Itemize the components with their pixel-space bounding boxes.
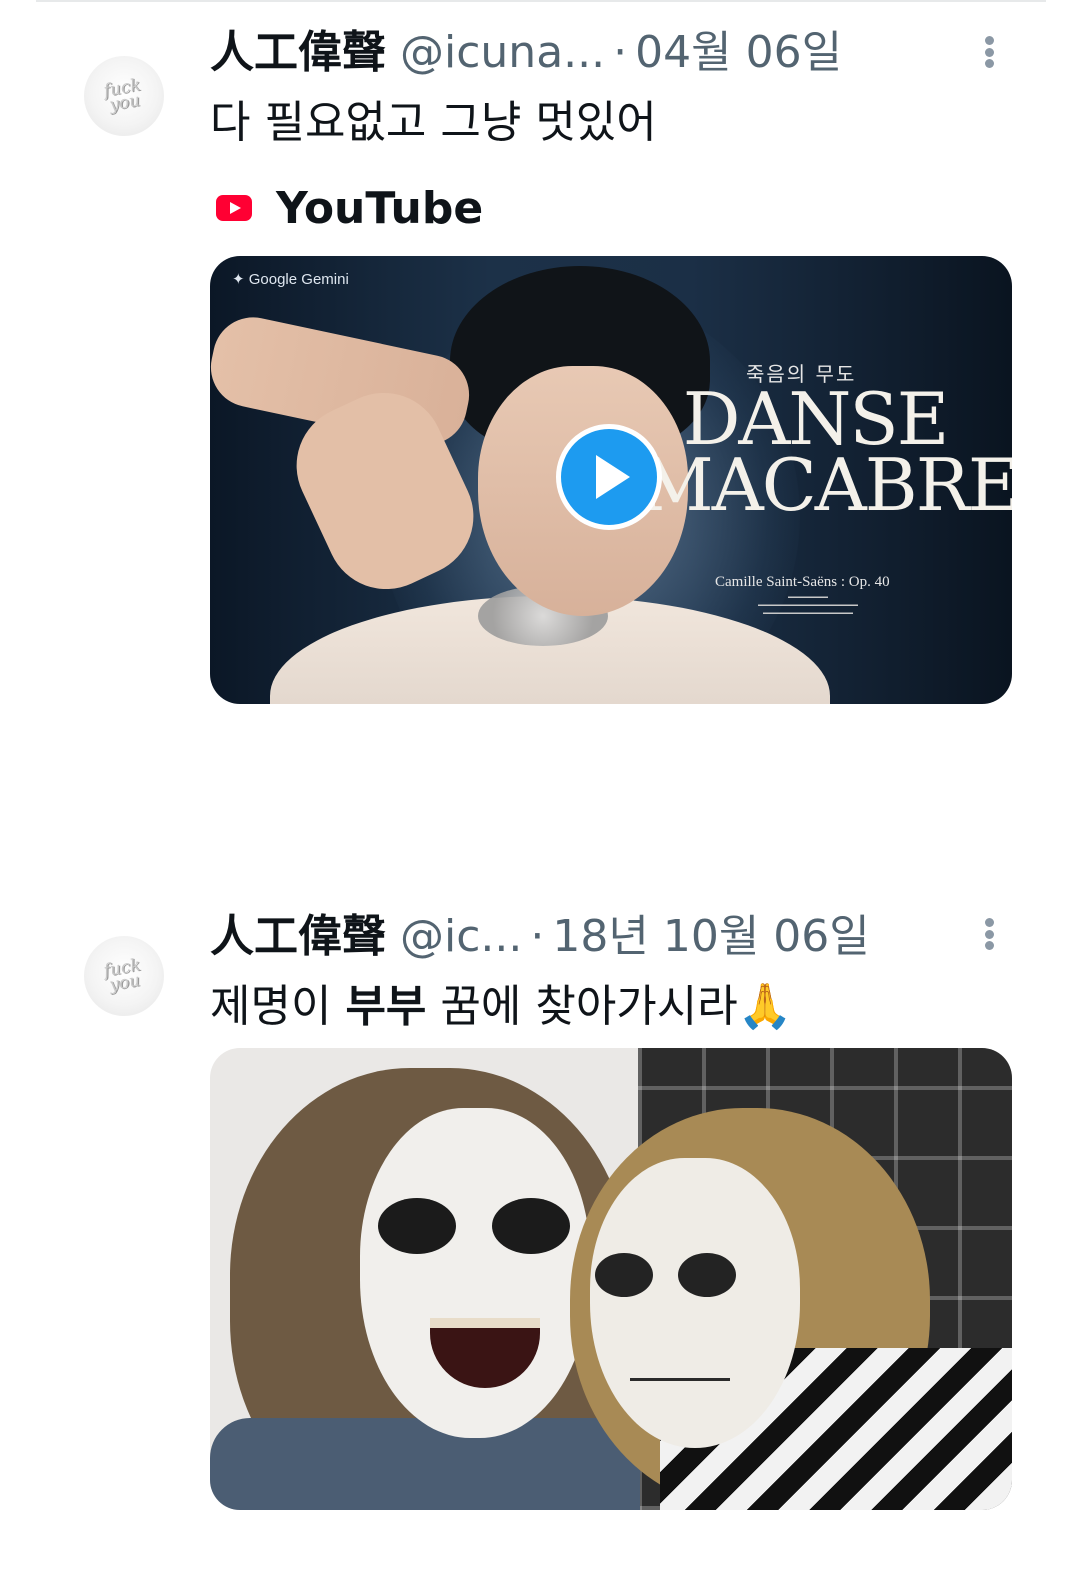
- pray-emoji: 🙏: [737, 981, 793, 1032]
- man-hair: [230, 1068, 630, 1510]
- man-mouth: [430, 1318, 540, 1388]
- video-card[interactable]: ✦ Google Gemini 죽음의 무도 DANSE MACABRE Cam…: [210, 256, 1012, 704]
- tweet-text: 제명이 부부 꿈에 찾아가시라🙏: [210, 970, 793, 1034]
- text-part: 꿈에 찾아가시라: [426, 981, 738, 1032]
- tweet-header: 人工偉聲 @icuna... · 04월 06일: [210, 16, 842, 78]
- woman-face: [590, 1158, 800, 1448]
- more-icon[interactable]: [976, 30, 1002, 74]
- play-icon: [596, 455, 630, 499]
- tweet-date[interactable]: 04월 06일: [635, 16, 842, 80]
- tweet-text: 다 필요없고 그냥 멋있어: [210, 97, 657, 148]
- play-button[interactable]: [556, 424, 662, 530]
- tweet-header: 人工偉聲 @ic... · 18년 10월 06일: [210, 900, 870, 962]
- man-eye: [378, 1198, 456, 1254]
- woman-eye: [678, 1253, 736, 1297]
- tweet-date[interactable]: 18년 10월 06일: [552, 900, 869, 964]
- text-part: 제명이: [210, 981, 346, 1032]
- user-handle[interactable]: @icuna...: [400, 27, 605, 78]
- avatar-logo: fuck you: [102, 955, 143, 996]
- video-title: DANSE MACABRE: [640, 383, 1012, 527]
- tweet-photo[interactable]: [210, 1048, 1012, 1510]
- more-icon[interactable]: [976, 912, 1002, 956]
- separator: ·: [530, 911, 545, 962]
- youtube-icon: [216, 195, 252, 221]
- woman-hair: [570, 1108, 930, 1508]
- woman-eye: [595, 1253, 653, 1297]
- display-name[interactable]: 人工偉聲: [210, 16, 386, 80]
- text-bold: 부부: [345, 981, 427, 1032]
- woman-mouth: [630, 1378, 730, 1388]
- tweet[interactable]: fuck you 人工偉聲 @icuna... · 04월 06일 다 필요없고 …: [0, 0, 1080, 760]
- man-face: [360, 1108, 590, 1438]
- gemini-badge: ✦ Google Gemini: [232, 271, 349, 288]
- man-eye: [492, 1198, 570, 1254]
- man-jacket: [210, 1418, 640, 1510]
- separator: ·: [613, 27, 628, 78]
- avatar-logo: fuck you: [102, 75, 143, 116]
- link-source[interactable]: YouTube: [216, 180, 483, 236]
- avatar[interactable]: fuck you: [84, 936, 164, 1016]
- source-label: YouTube: [276, 182, 484, 234]
- title-line-2: MACABRE: [640, 443, 1012, 527]
- user-handle[interactable]: @ic...: [400, 911, 522, 962]
- display-name[interactable]: 人工偉聲: [210, 900, 386, 964]
- fine-print-credits: ▬▬▬▬▬▬▬▬ ▬▬▬▬▬▬▬▬▬▬▬▬▬▬▬▬▬▬▬▬ ▬▬▬▬▬▬▬▬▬▬▬▬…: [758, 595, 858, 616]
- avatar[interactable]: fuck you: [84, 56, 164, 136]
- tent-window: [638, 1048, 1012, 1510]
- composer-credit: Camille Saint-Saëns : Op. 40: [715, 574, 890, 590]
- woman-shirt: [660, 1348, 1012, 1510]
